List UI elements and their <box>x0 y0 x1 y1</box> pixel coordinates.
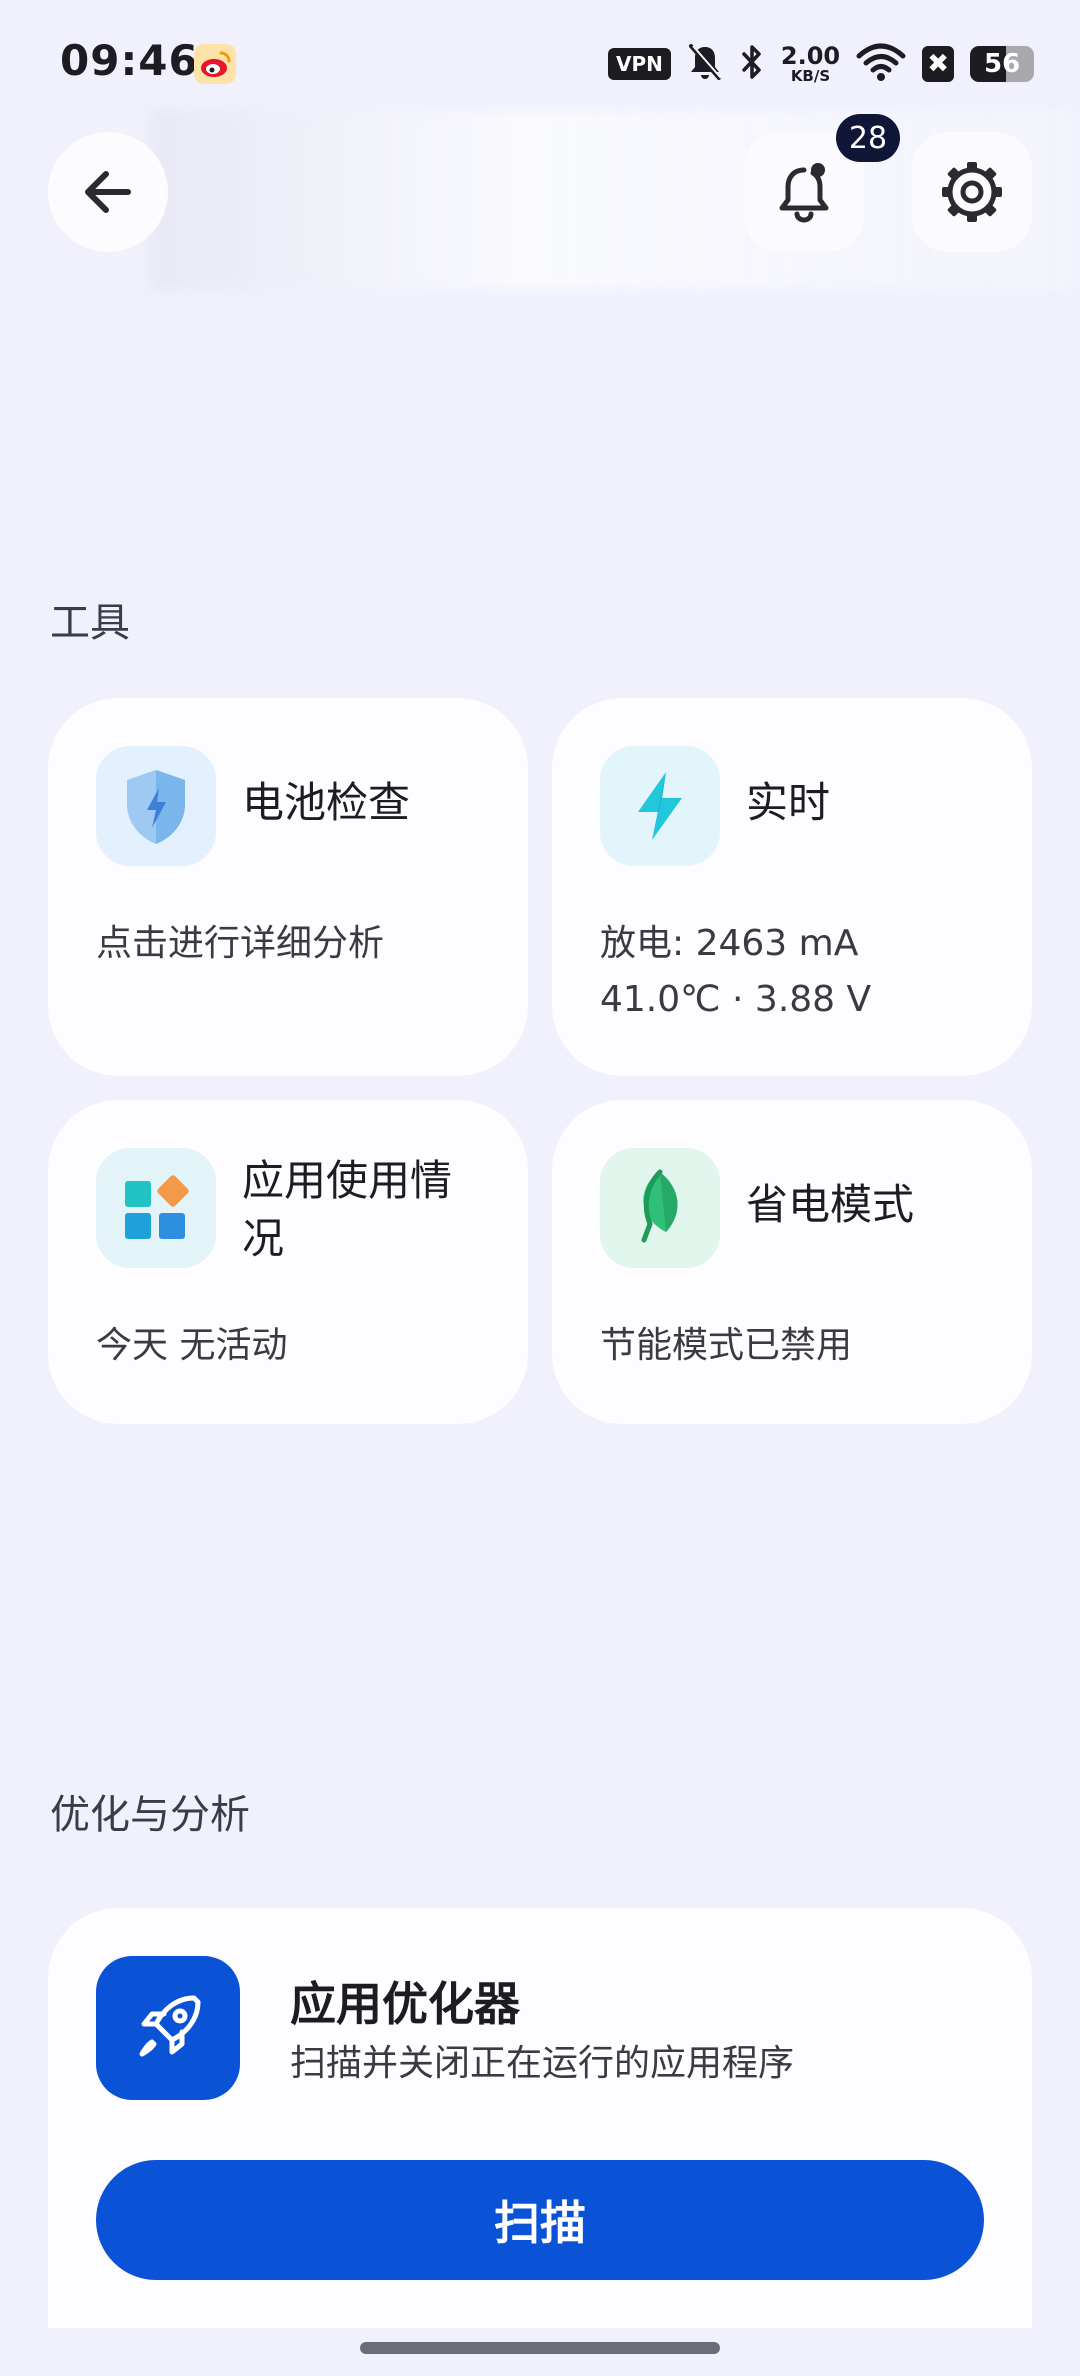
lightning-icon <box>600 746 720 866</box>
optimize-section-title: 优化与分析 <box>50 1792 250 1838</box>
card-title: 省电模式 <box>746 1180 915 1229</box>
app-optimizer-title: 应用优化器 <box>290 1977 520 2031</box>
notification-count-badge: 28 <box>836 114 900 162</box>
battery-indicator: 56 <box>970 46 1035 82</box>
status-bar: 09:46 VPN 2.00 KB/S ✖ 56 <box>0 0 1080 120</box>
bluetooth-icon <box>739 42 765 86</box>
card-title: 电池检查 <box>242 778 411 827</box>
settings-button[interactable] <box>912 132 1032 252</box>
battery-check-card[interactable]: 电池检查 点击进行详细分析 <box>48 698 528 1076</box>
card-subtitle: 今天 无活动 <box>96 1325 288 1366</box>
status-icons: VPN 2.00 KB/S ✖ 56 <box>608 40 1035 88</box>
realtime-card[interactable]: 实时 放电: 2463 mA 41.0℃ · 3.88 V <box>552 698 1032 1076</box>
status-time: 09:46 <box>60 36 199 85</box>
gear-icon <box>942 162 1002 222</box>
weibo-icon <box>194 44 236 84</box>
tools-section-title: 工具 <box>50 600 130 646</box>
mute-bell-icon <box>687 42 723 86</box>
network-speed-unit: KB/S <box>790 67 831 85</box>
app-optimizer-subtitle: 扫描并关闭正在运行的应用程序 <box>290 2043 795 2084</box>
app-usage-card[interactable]: 应用使用情 况 今天 无活动 <box>48 1100 528 1424</box>
card-title-line1: 应用使用情 <box>242 1156 453 1205</box>
card-title-line2: 况 <box>242 1214 285 1263</box>
leaf-icon <box>600 1148 720 1268</box>
network-speed: 2.00 KB/S <box>781 44 840 84</box>
x-badge: ✖ <box>922 46 955 82</box>
scan-button[interactable]: 扫描 <box>96 2160 984 2280</box>
discharge-readout: 放电: 2463 mA <box>600 923 859 964</box>
temperature-voltage-readout: 41.0℃ · 3.88 V <box>600 979 872 1020</box>
home-indicator[interactable] <box>360 2342 720 2354</box>
app-grid-icon <box>96 1148 216 1268</box>
back-arrow-icon <box>85 171 131 213</box>
vpn-badge: VPN <box>608 48 671 80</box>
bell-icon <box>779 163 829 223</box>
card-subtitle: 点击进行详细分析 <box>96 923 385 964</box>
rocket-icon <box>96 1956 240 2100</box>
card-title: 实时 <box>746 778 831 827</box>
wifi-icon <box>856 42 906 86</box>
power-saving-card[interactable]: 省电模式 节能模式已禁用 <box>552 1100 1032 1424</box>
card-subtitle: 节能模式已禁用 <box>600 1325 853 1366</box>
back-button[interactable] <box>48 132 168 252</box>
shield-bolt-icon <box>96 746 216 866</box>
network-speed-value: 2.00 <box>780 42 841 70</box>
